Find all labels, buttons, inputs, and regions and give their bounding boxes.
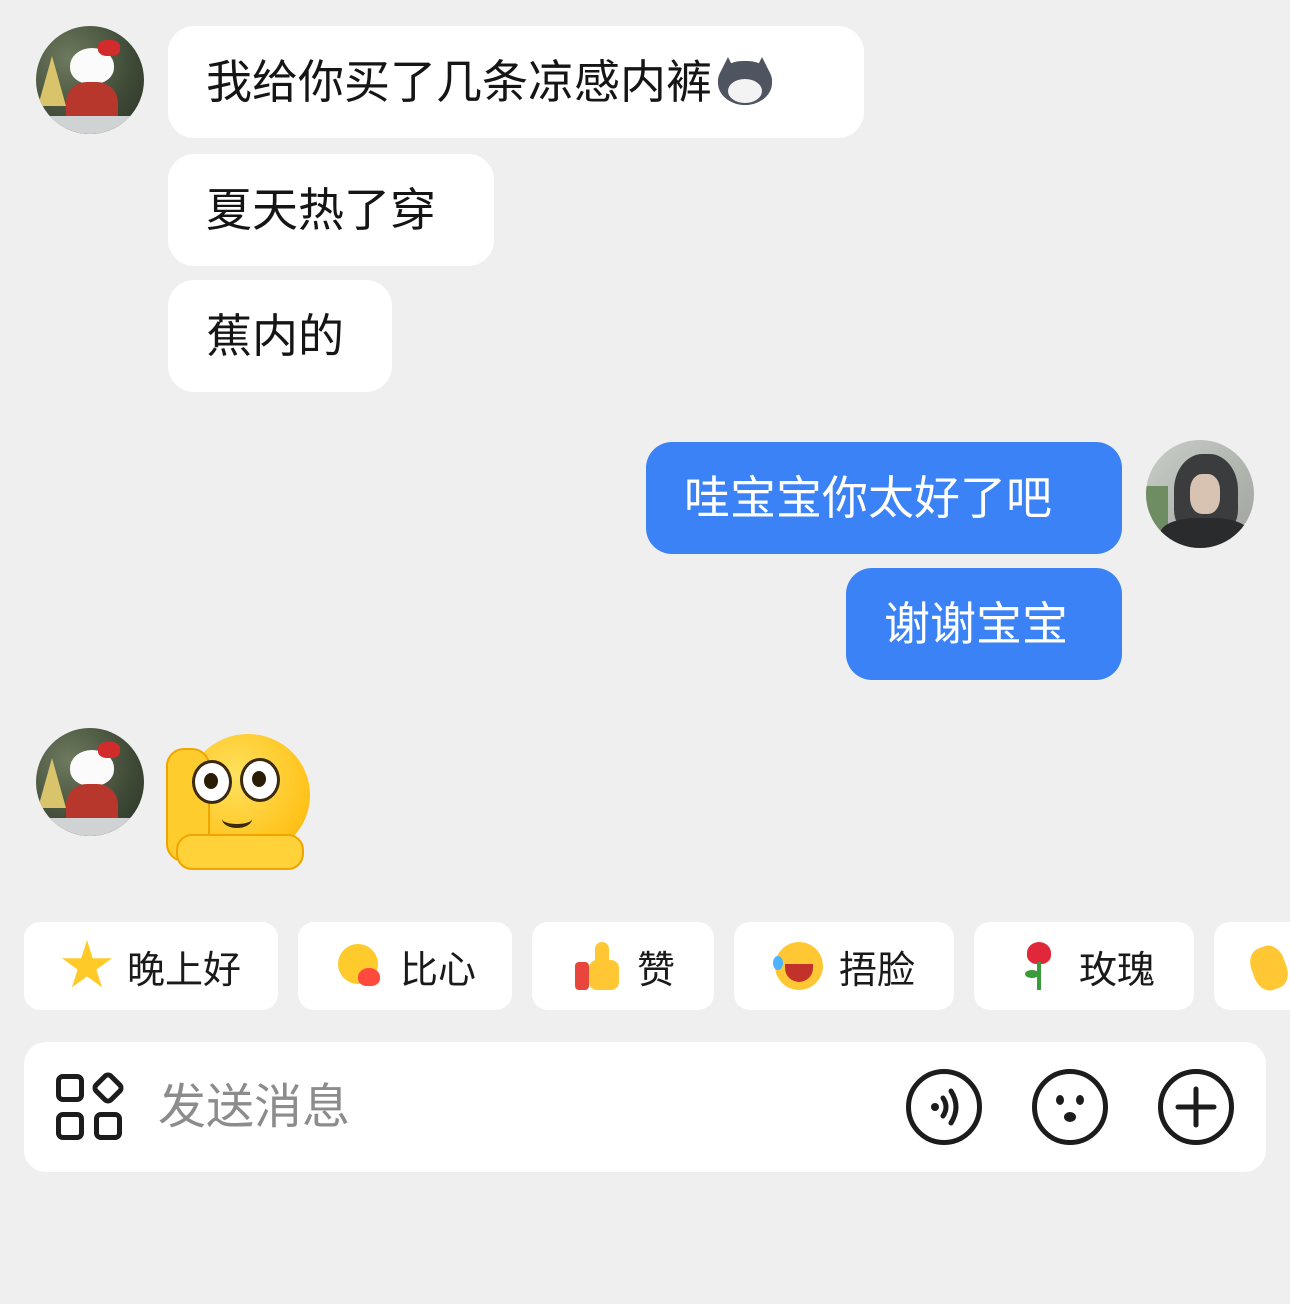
quick-reply-label: 晚上好 (126, 947, 241, 992)
husky-emoji-icon (716, 56, 774, 107)
quick-reply-label: 赞 (636, 947, 675, 992)
message-text: 哇宝宝你太好了吧 (684, 471, 1052, 525)
incoming-message-bubble[interactable]: 我给你买了几条凉感内裤 (168, 26, 864, 138)
my-avatar[interactable] (1146, 440, 1254, 548)
clapping-hands-icon (1242, 940, 1290, 995)
heart-face-icon (334, 940, 386, 992)
thumbs-up-icon (571, 940, 623, 992)
apps-grid-icon[interactable] (56, 1069, 127, 1142)
contact-avatar[interactable] (36, 26, 144, 134)
quick-reply-rose[interactable]: 玫瑰 (974, 922, 1194, 1010)
quick-reply-label: 玫瑰 (1078, 947, 1155, 992)
quick-reply-good-evening[interactable]: 晚上好 (24, 922, 278, 1010)
emoji-button[interactable] (1032, 1069, 1108, 1145)
quick-reply-label: 捂脸 (838, 947, 915, 992)
message-text: 谢谢宝宝 (884, 597, 1068, 651)
quick-reply-heart[interactable]: 比心 (298, 922, 512, 1010)
quick-reply-like[interactable]: 赞 (532, 922, 714, 1010)
message-text: 我给你买了几条凉感内裤 (206, 55, 712, 109)
quick-reply-clap[interactable] (1214, 922, 1290, 1010)
laughing-tears-icon (772, 940, 825, 992)
message-text: 夏天热了穿 (206, 183, 436, 237)
message-input[interactable]: 发送消息 (158, 1042, 350, 1172)
incoming-message-bubble[interactable]: 夏天热了穿 (168, 154, 494, 266)
incoming-message-bubble[interactable]: 蕉内的 (168, 280, 392, 392)
smiley-face-icon (1056, 1095, 1084, 1122)
contact-avatar[interactable] (36, 728, 144, 836)
waving-face-sticker[interactable] (166, 730, 316, 870)
quick-reply-label: 比心 (399, 947, 476, 992)
more-options-button[interactable] (1158, 1069, 1234, 1145)
quick-reply-facepalm[interactable]: 捂脸 (734, 922, 954, 1010)
star-icon (62, 940, 112, 988)
chat-screen: 我给你买了几条凉感内裤 夏天热了穿 蕉内的 哇宝宝你太好了吧 谢谢宝宝 晚上好 … (0, 0, 1290, 1304)
voice-wave-icon (931, 1088, 959, 1126)
plus-icon (1175, 1086, 1217, 1128)
voice-button[interactable] (906, 1069, 982, 1145)
outgoing-message-bubble[interactable]: 谢谢宝宝 (846, 568, 1122, 680)
message-text: 蕉内的 (206, 309, 344, 363)
message-input-bar: 发送消息 (24, 1042, 1266, 1172)
outgoing-message-bubble[interactable]: 哇宝宝你太好了吧 (646, 442, 1122, 554)
rose-icon (1013, 940, 1065, 992)
